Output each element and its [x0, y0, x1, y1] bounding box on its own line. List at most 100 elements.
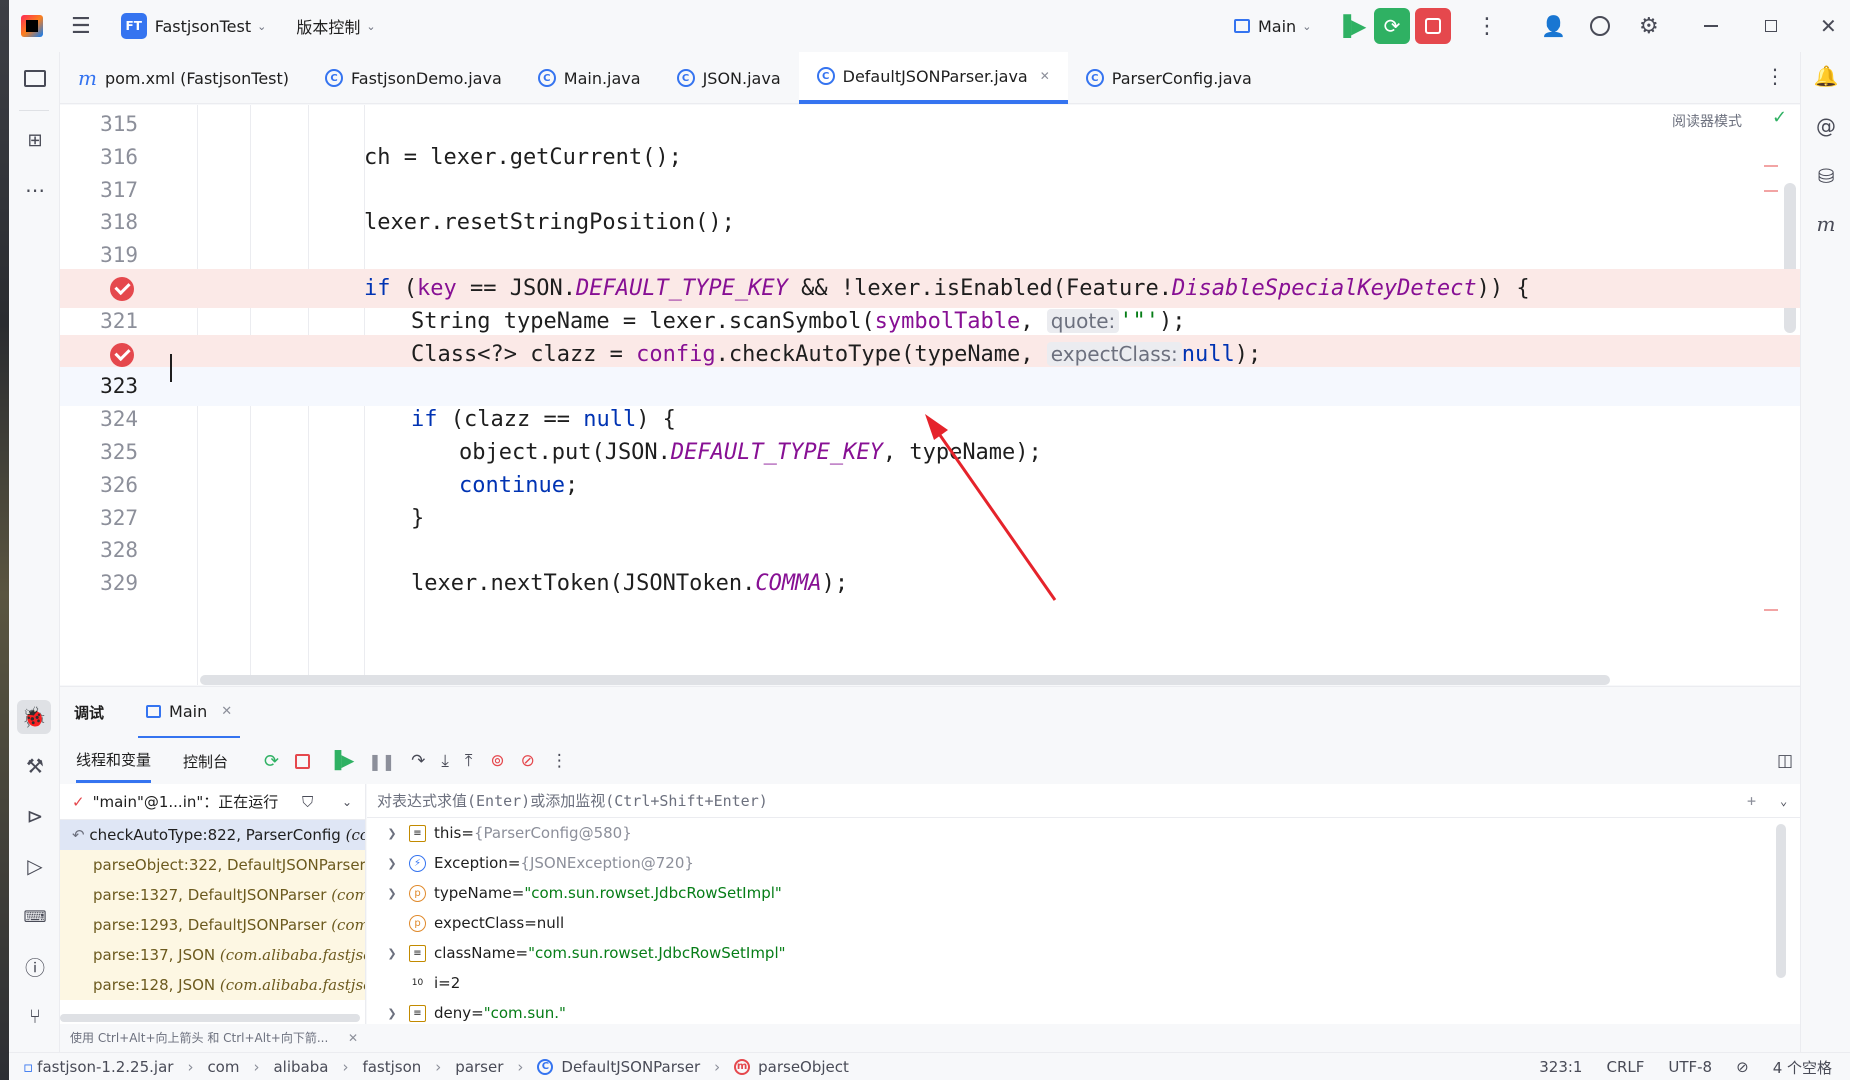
tabs-more-icon[interactable]: ⋮	[1765, 64, 1785, 88]
method-icon: m	[734, 1058, 751, 1075]
stack-frame[interactable]: parse:137, JSON (com.alibaba.fastjsor	[60, 940, 365, 970]
more-tools-icon[interactable]: ⋯	[21, 176, 49, 204]
step-over-icon[interactable]: ↷	[411, 751, 425, 771]
thread-selector[interactable]: ✓ "main"@1...in"：正在运行 ⛉ ⌄	[60, 784, 365, 820]
rerun-icon[interactable]: ⟳	[264, 751, 279, 772]
run-icon[interactable]: ▷	[21, 852, 49, 880]
tab-defaultjsonparser-java[interactable]: C DefaultJSONParser.java ✕	[798, 52, 1068, 104]
frames-scrollbar[interactable]	[60, 1014, 360, 1022]
tab-main-java[interactable]: C Main.java	[520, 52, 659, 104]
tab-parserconfig-java[interactable]: C ParserConfig.java	[1068, 52, 1270, 104]
build-hammer-icon[interactable]: ⚒	[21, 752, 49, 780]
step-into-icon[interactable]: ⤓	[441, 751, 449, 771]
tab-json-java[interactable]: C JSON.java	[659, 52, 799, 104]
resume-icon[interactable]: ▐▶	[1333, 8, 1369, 44]
git-branch-icon[interactable]: ⑂	[21, 1002, 49, 1030]
file-encoding[interactable]: UTF-8	[1668, 1058, 1712, 1076]
variable-row[interactable]: ❯ ≡ deny = "com.sun."	[367, 998, 1800, 1024]
debug-bug-icon[interactable]: 🐞	[17, 700, 51, 734]
project-folder-icon[interactable]	[21, 64, 49, 92]
tab-pom-xml-fastjsontest-[interactable]: m pom.xml (FastjsonTest)	[60, 52, 307, 104]
breadcrumb-item[interactable]: com	[207, 1058, 239, 1076]
rerun-debug-button[interactable]: ⟳	[1374, 8, 1410, 44]
minimize-icon[interactable]	[1704, 25, 1718, 27]
caret-position[interactable]: 323:1	[1539, 1058, 1582, 1076]
breadcrumb-item[interactable]: fastjson-1.2.25.jar	[37, 1058, 173, 1076]
breadcrumb-item[interactable]: parser	[455, 1058, 503, 1076]
session-tab-main[interactable]: Main ✕	[138, 687, 241, 739]
variable-row[interactable]: ❯ p typeName = "com.sun.rowset.JdbcRowSetI…	[367, 878, 1800, 908]
services-icon[interactable]: ⊳	[21, 802, 49, 830]
breadcrumb-item[interactable]: fastjson	[362, 1058, 421, 1076]
vcs-menu[interactable]: 版本控制 ⌄	[296, 14, 375, 38]
tab-console[interactable]: 控制台	[183, 751, 228, 772]
more-icon[interactable]: ⋮	[1476, 14, 1498, 39]
breadcrumb-item[interactable]: DefaultJSONParser	[561, 1058, 700, 1076]
indent-setting[interactable]: 4 个空格	[1773, 1057, 1832, 1078]
close-tab-icon[interactable]: ✕	[221, 704, 232, 719]
readonly-icon[interactable]: ⊘	[1736, 1058, 1749, 1076]
stop-button[interactable]	[1415, 8, 1451, 44]
step-out-icon[interactable]: ⤒	[465, 751, 473, 771]
main-menu-icon[interactable]: ☰	[71, 14, 91, 39]
variable-row[interactable]: ❯ ≡ this = {ParserConfig@580}	[367, 818, 1800, 848]
search-icon[interactable]	[1590, 16, 1610, 36]
expand-chevron-icon[interactable]: ❯	[379, 827, 405, 840]
tab-label: DefaultJSONParser.java	[842, 66, 1028, 86]
run-config-selector[interactable]: Main ⌄	[1234, 17, 1311, 36]
stop-icon[interactable]	[295, 753, 311, 769]
breakpoint-icon[interactable]	[110, 342, 134, 367]
problems-icon[interactable]: ⓘ	[21, 952, 49, 980]
expand-chevron-icon[interactable]: ❯	[379, 857, 405, 870]
vcs-menu-label: 版本控制	[296, 18, 361, 37]
resume-icon[interactable]: ▐▶	[328, 751, 354, 771]
mute-breakpoints-icon[interactable]: ⊘	[521, 751, 535, 771]
ai-assistant-icon[interactable]: @	[1812, 112, 1840, 140]
restore-icon[interactable]	[1765, 20, 1777, 32]
variable-row[interactable]: 10 i = 2	[367, 968, 1800, 998]
code-editor[interactable]: 阅读器模式 ✓ 315 316 ch = lexer.getCurrent(); 31…	[60, 105, 1800, 685]
stack-frame[interactable]: parse:1327, DefaultJSONParser (com.a	[60, 880, 365, 910]
notifications-bell-icon[interactable]: 🔔	[1812, 62, 1840, 90]
layout-icon[interactable]: ◫	[1777, 751, 1793, 771]
tab-threads-variables[interactable]: 线程和变量	[76, 739, 152, 783]
variable-row[interactable]: ❯ ≡ className = "com.sun.rowset.JdbcRowSet…	[367, 938, 1800, 968]
variables-scrollbar[interactable]	[1776, 824, 1786, 978]
structure-icon[interactable]: ⊞	[21, 126, 49, 154]
pause-icon[interactable]: ❚❚	[368, 752, 395, 771]
stack-frame[interactable]: parse:1293, DefaultJSONParser (com.a	[60, 910, 365, 940]
terminal-icon[interactable]: ⌨	[21, 902, 49, 930]
chevron-down-icon[interactable]: ⌄	[1780, 794, 1787, 808]
breadcrumb-item[interactable]: alibaba	[273, 1058, 328, 1076]
thread-label: "main"@1...in"：正在运行	[92, 793, 279, 811]
breakpoint-icon[interactable]	[110, 277, 134, 301]
settings-gear-icon[interactable]: ⚙	[1639, 14, 1659, 39]
stack-frame[interactable]: parse:128, JSON (com.alibaba.fastjsor	[60, 970, 365, 1000]
close-icon[interactable]: ✕	[1820, 14, 1837, 38]
horizontal-scrollbar[interactable]	[200, 675, 1610, 685]
filter-icon[interactable]: ⛉	[302, 793, 313, 811]
variable-row[interactable]: ❯ ⚡ Exception = {JSONException@720}	[367, 848, 1800, 878]
close-hint-icon[interactable]: ✕	[348, 1024, 358, 1052]
code-token: );	[1234, 341, 1262, 367]
variable-row[interactable]: p expectClass = null	[367, 908, 1800, 938]
expand-chevron-icon[interactable]: ❯	[379, 1007, 405, 1020]
breadcrumb-item[interactable]: parseObject	[758, 1058, 849, 1076]
line-separator[interactable]: CRLF	[1606, 1058, 1644, 1076]
add-watch-icon[interactable]: +	[1747, 792, 1756, 810]
stack-frame[interactable]: ↶ checkAutoType:822, ParserConfig (co	[60, 820, 365, 850]
project-switcher[interactable]: FT FastjsonTest ⌄	[120, 13, 266, 39]
view-breakpoints-icon[interactable]: ⊚	[490, 751, 504, 771]
editor-tabs: m pom.xml (FastjsonTest) C FastjsonDemo.jav…	[60, 52, 1800, 104]
database-icon[interactable]: ⛁	[1812, 162, 1840, 190]
close-tab-icon[interactable]: ✕	[1040, 69, 1050, 83]
tab-fastjsondemo-java[interactable]: C FastjsonDemo.java	[307, 52, 520, 104]
stack-frame[interactable]: parseObject:322, DefaultJSONParser (	[60, 850, 365, 880]
more-icon[interactable]: ⋮	[551, 751, 568, 771]
chevron-down-icon[interactable]: ⌄	[342, 795, 352, 809]
evaluate-expression-input[interactable]: 对表达式求值(Enter)或添加监视(Ctrl+Shift+Enter) + ⌄	[367, 784, 1800, 818]
add-user-icon[interactable]: 👤	[1541, 14, 1566, 38]
expand-chevron-icon[interactable]: ❯	[379, 887, 405, 900]
maven-icon[interactable]: m	[1812, 210, 1840, 238]
expand-chevron-icon[interactable]: ❯	[379, 947, 405, 960]
